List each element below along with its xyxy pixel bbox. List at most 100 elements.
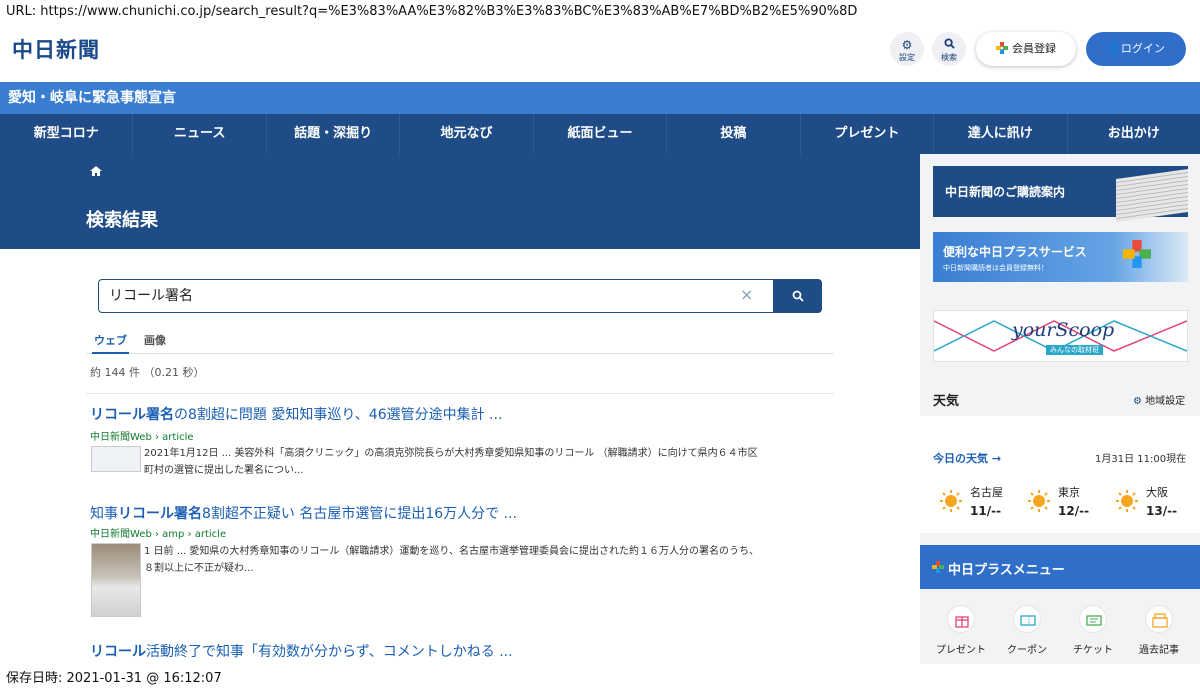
chunichi-plus-banner[interactable]: 便利な中日プラスサービス 中日新聞購読者は会員登録無料！ <box>933 232 1188 282</box>
gear-icon: ⚙ <box>1133 396 1142 407</box>
weather-widget: 天気 ⚙ 地域設定 今日の天気 → 1月31日 11:00現在 名古屋 11/-… <box>920 380 1200 533</box>
city-temperature: 12/-- <box>1058 504 1090 518</box>
menu-item-label: クーポン <box>1007 645 1047 656</box>
result-title-highlight: リコール <box>90 644 146 660</box>
menu-item-archive[interactable]: 過去記事 <box>1128 605 1190 656</box>
your-scoop-title: yourScoop <box>1012 319 1115 341</box>
menu-item-label: チケット <box>1073 645 1113 656</box>
result-snippet-1: 2021年1月12日 ... 美容外科「高須クリニック」の高須克弥院長らが大村秀… <box>144 445 820 479</box>
divider <box>86 393 834 394</box>
nav-item-expert[interactable]: 達人に訊け <box>934 114 1068 154</box>
result-thumbnail-2[interactable] <box>91 543 141 617</box>
result-title-highlight: リコール署名 <box>118 506 202 522</box>
search-submit-button[interactable] <box>774 279 822 313</box>
chunichi-plus-icon <box>932 561 944 573</box>
city-temperature: 11/-- <box>970 504 1002 518</box>
member-register-label: 会員登録 <box>1012 42 1056 55</box>
login-label: ログイン <box>1120 42 1165 55</box>
chunichi-plus-icon <box>1123 240 1151 268</box>
result-url-1[interactable]: 中日新聞Web › article <box>90 428 194 443</box>
menu-item-label: 過去記事 <box>1139 645 1179 656</box>
search-label: 検索 <box>941 53 957 62</box>
result-title-2[interactable]: 知事リコール署名8割超不正疑い 名古屋市選管に提出16万人分で ... <box>90 503 517 523</box>
region-settings-label: 地域設定 <box>1145 396 1186 407</box>
nav-item-news[interactable]: ニュース <box>133 114 267 154</box>
subscription-banner-text: 中日新聞のご購読案内 <box>945 185 1066 199</box>
nav-item-present[interactable]: プレゼント <box>801 114 935 154</box>
saved-timestamp: 保存日時: 2021-01-31 @ 16:12:07 <box>6 671 222 686</box>
nav-item-local[interactable]: 地元なび <box>400 114 534 154</box>
result-title-1[interactable]: リコール署名の8割超に問題 愛知知事巡り、46選管分途中集計 ... <box>90 404 502 424</box>
emergency-alert-banner[interactable]: 愛知・岐阜に緊急事態宣言 <box>0 82 1200 114</box>
nav-item-outing[interactable]: お出かけ <box>1068 114 1200 154</box>
snippet-line: 町村の選管に提出した署名につい... <box>144 465 304 476</box>
site-header: 中日新聞 ⚙ 設定 検索 会員登録 👤ログイン <box>0 24 1200 82</box>
plus-banner-title: 便利な中日プラスサービス <box>943 245 1087 259</box>
site-logo[interactable]: 中日新聞 <box>12 34 100 64</box>
gift-icon <box>947 605 975 633</box>
url-bar: URL: https://www.chunichi.co.jp/search_r… <box>6 4 858 19</box>
plus-banner-subtitle: 中日新聞購読者は会員登録無料！ <box>943 264 1048 272</box>
weather-title: 天気 <box>933 394 960 409</box>
page-hero: 検索結果 <box>0 154 920 249</box>
ticket-icon <box>1079 605 1107 633</box>
search-button[interactable]: 検索 <box>932 32 966 66</box>
coupon-icon <box>1013 605 1041 633</box>
page-title: 検索結果 <box>86 210 158 231</box>
result-thumbnail-1[interactable] <box>91 446 141 472</box>
menu-item-label: プレゼント <box>936 645 986 656</box>
nav-item-paper-view[interactable]: 紙面ビュー <box>534 114 668 154</box>
weather-timestamp: 1月31日 11:00現在 <box>1095 454 1187 465</box>
user-icon: 👤 <box>1107 42 1121 55</box>
result-url-2[interactable]: 中日新聞Web › amp › article <box>90 525 226 540</box>
city-name: 東京 <box>1058 486 1080 499</box>
result-title-text: 知事 <box>90 506 118 522</box>
tab-images[interactable]: 画像 <box>144 332 166 354</box>
menu-item-ticket[interactable]: チケット <box>1062 605 1124 656</box>
nav-item-covid[interactable]: 新型コロナ <box>0 114 134 154</box>
result-title-text: 8割超不正疑い 名古屋市選管に提出16万人分で ... <box>202 506 517 522</box>
result-snippet-2: 1 日前 ... 愛知県の大村秀章知事のリコール（解職請求）運動を巡り、名古屋市… <box>144 543 820 577</box>
archive-icon <box>1145 605 1173 633</box>
today-weather-link[interactable]: 今日の天気 → <box>933 450 1001 466</box>
result-title-text: 活動終了で知事「有効数が分からず、コメントしかねる ... <box>146 644 513 660</box>
city-name: 大阪 <box>1146 486 1168 499</box>
snippet-line: ８割以上に不正が疑わ... <box>144 563 254 574</box>
result-count: 約 144 件 （0.21 秒） <box>90 366 205 379</box>
search-tabs: ウェブ 画像 <box>86 330 834 354</box>
nav-item-post[interactable]: 投稿 <box>667 114 801 154</box>
menu-item-present[interactable]: プレゼント <box>930 605 992 656</box>
sun-icon <box>940 490 962 512</box>
snippet-line: 1 日前 ... 愛知県の大村秀章知事のリコール（解職請求）運動を巡り、名古屋市… <box>144 546 760 557</box>
newspaper-image <box>1116 168 1188 223</box>
subscription-banner[interactable]: 中日新聞のご購読案内 <box>933 166 1188 223</box>
clear-search-icon[interactable]: × <box>740 283 753 307</box>
gear-icon: ⚙ <box>901 38 913 52</box>
result-title-3[interactable]: リコール活動終了で知事「有効数が分からず、コメントしかねる ... <box>90 641 513 661</box>
search-input[interactable]: リコール署名 <box>98 279 774 313</box>
home-icon[interactable] <box>90 166 102 176</box>
menu-item-coupon[interactable]: クーポン <box>996 605 1058 656</box>
global-nav: 新型コロナ ニュース 話題・深掘り 地元なび 紙面ビュー 投稿 プレゼント 達人… <box>0 114 1200 154</box>
sun-icon <box>1116 490 1138 512</box>
your-scoop-subtitle: みんなの取材班 <box>1046 345 1103 355</box>
snippet-line: 2021年1月12日 ... 美容外科「高須クリニック」の高須克弥院長らが大村秀… <box>144 448 758 459</box>
city-temperature: 13/-- <box>1146 504 1178 518</box>
tab-web[interactable]: ウェブ <box>92 332 129 354</box>
plus-menu-header: 中日プラスメニュー <box>920 545 1200 589</box>
search-icon <box>932 37 966 53</box>
settings-label: 設定 <box>899 53 915 62</box>
search-icon <box>792 290 804 302</box>
member-register-button[interactable]: 会員登録 <box>976 32 1076 66</box>
chunichi-plus-icon <box>996 42 1008 54</box>
result-title-highlight: リコール署名 <box>90 407 174 423</box>
your-scoop-banner[interactable]: yourScoop みんなの取材班 <box>933 310 1188 362</box>
nav-item-topics[interactable]: 話題・深掘り <box>267 114 401 154</box>
login-button[interactable]: 👤ログイン <box>1086 32 1186 66</box>
city-name: 名古屋 <box>970 486 1003 499</box>
settings-button[interactable]: ⚙ 設定 <box>890 32 924 66</box>
region-settings-link[interactable]: ⚙ 地域設定 <box>1133 392 1185 407</box>
weather-header: 天気 ⚙ 地域設定 <box>920 380 1200 416</box>
plus-menu-title: 中日プラスメニュー <box>948 563 1065 578</box>
sun-icon <box>1028 490 1050 512</box>
